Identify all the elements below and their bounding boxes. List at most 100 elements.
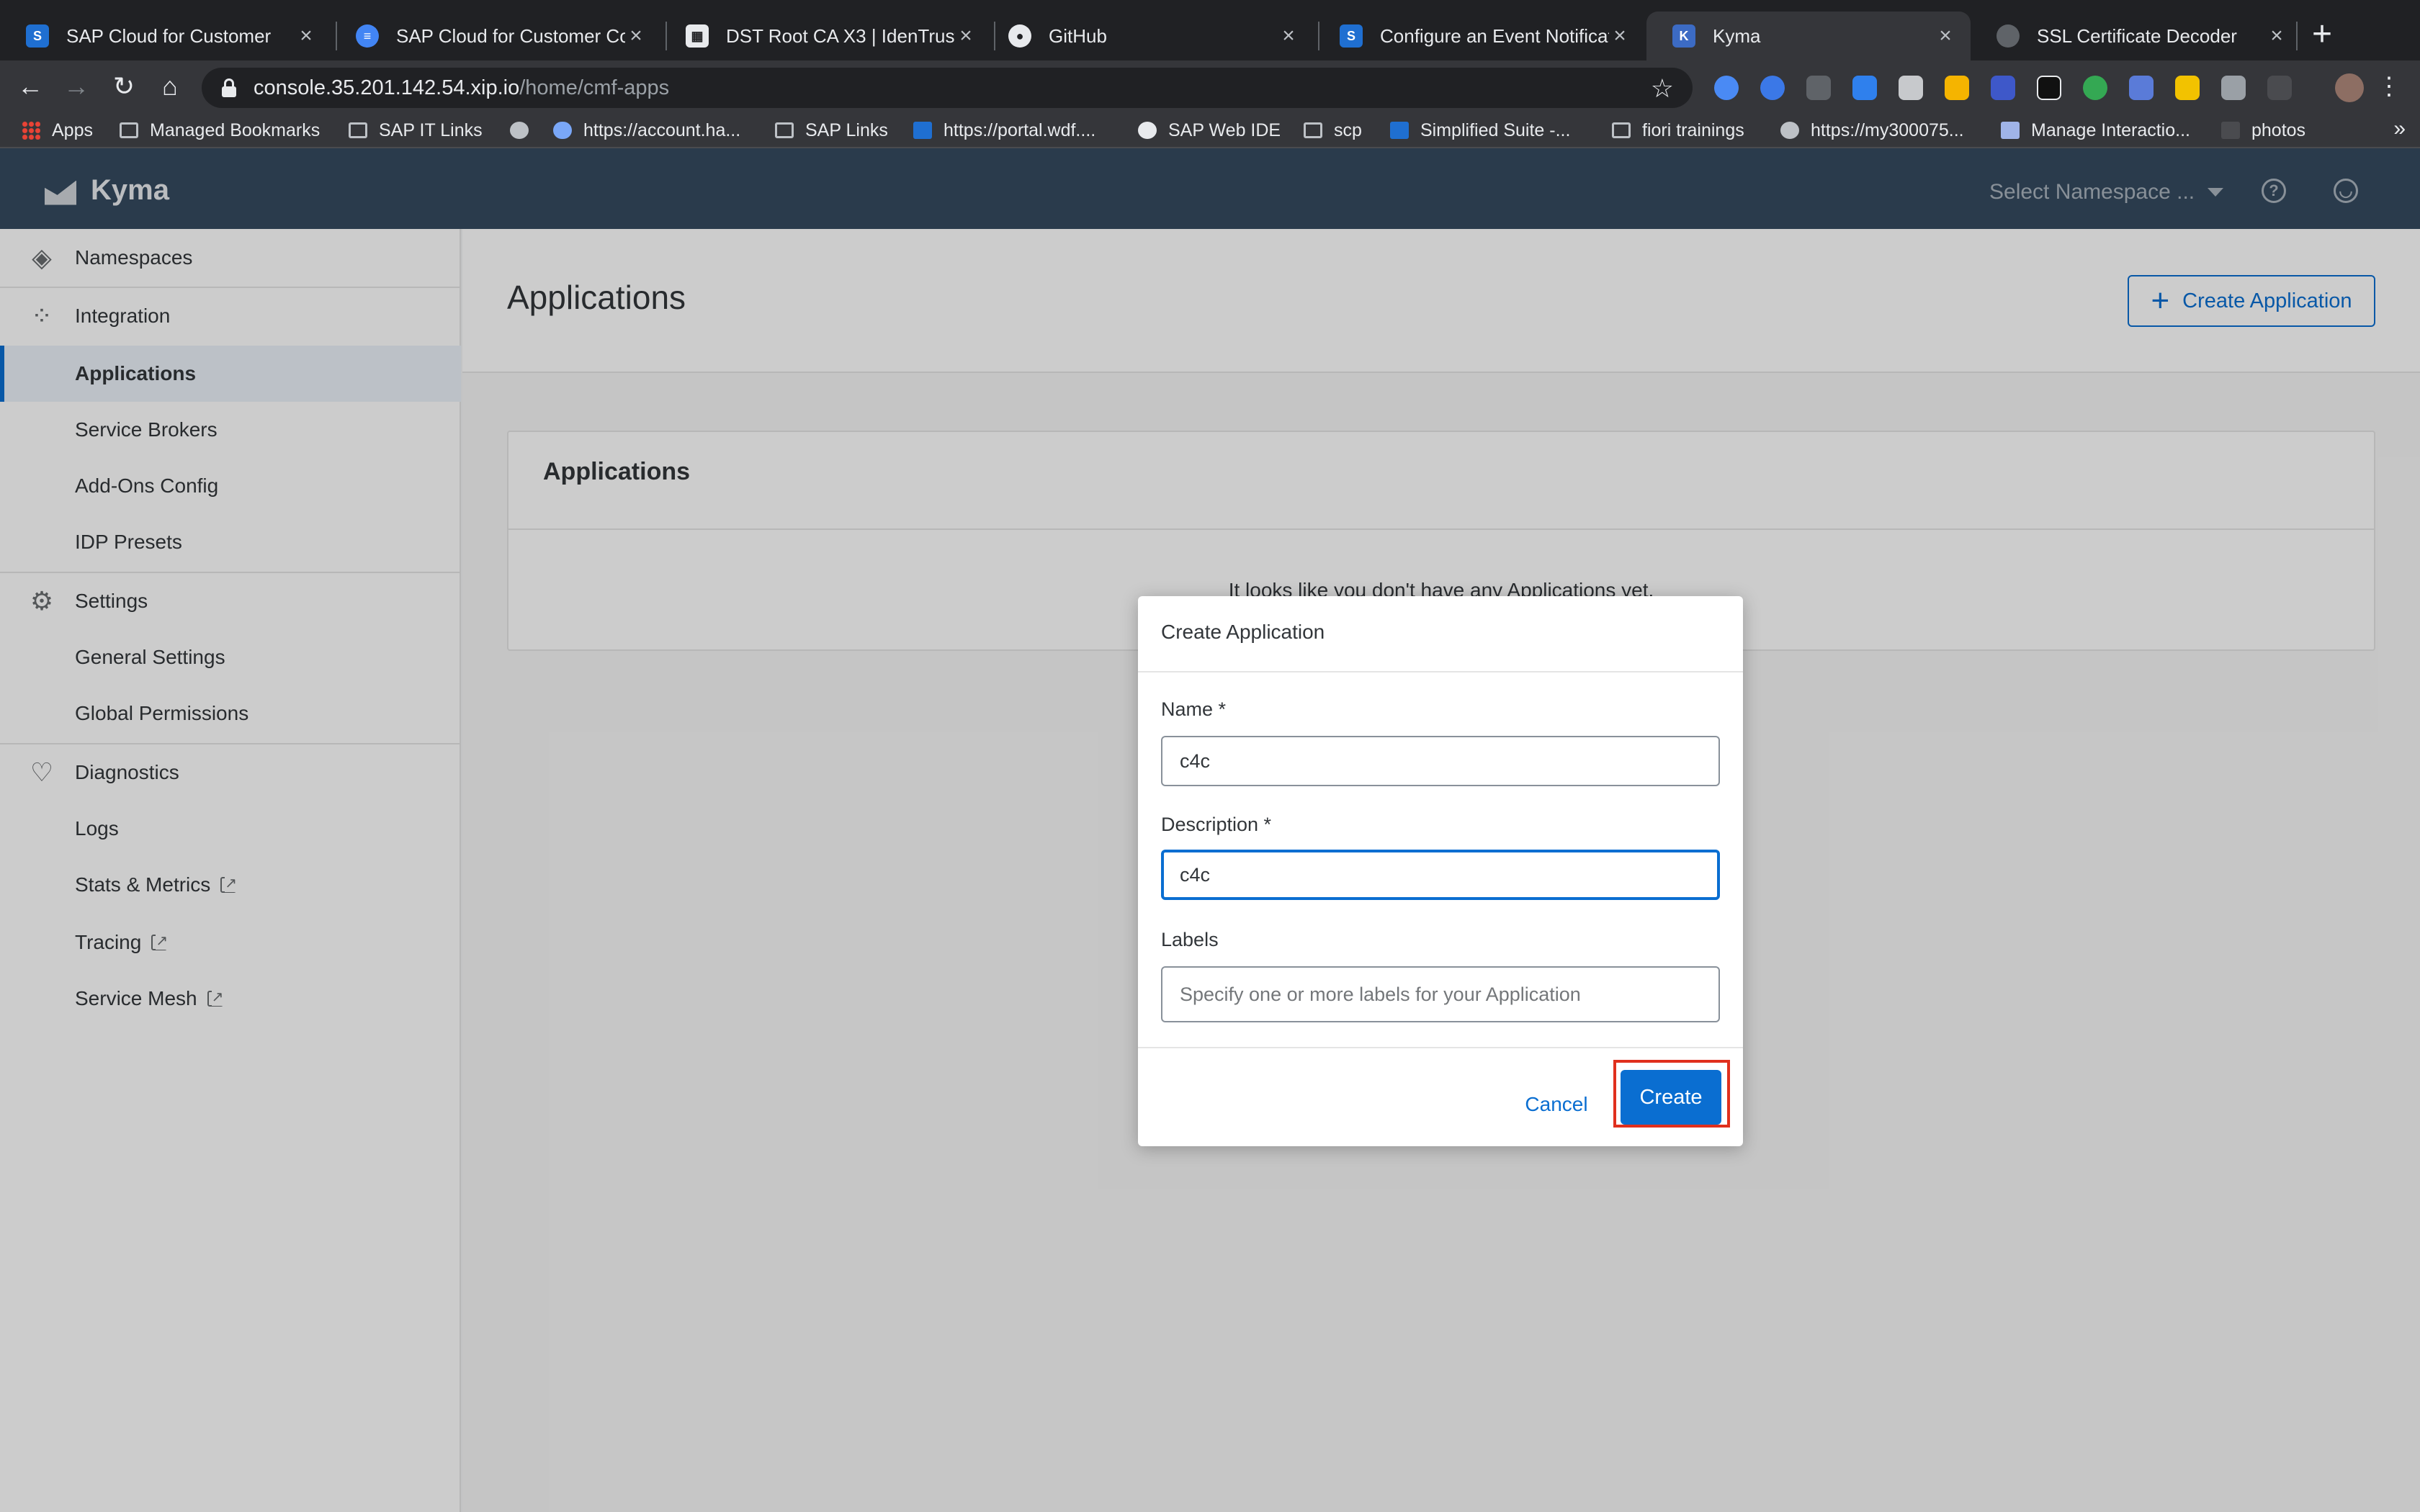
tab-title: Configure an Event Notificati [1380, 24, 1609, 47]
bookmark-apps[interactable]: Apps [22, 118, 93, 143]
bookmark-my300075[interactable]: https://my300075... [1780, 118, 1964, 143]
extension-icon[interactable] [2037, 76, 2061, 100]
tab-kyma[interactable]: K Kyma × [1646, 12, 1971, 60]
extension-icon[interactable] [2129, 76, 2154, 100]
folder-icon [1304, 122, 1322, 138]
tab-title: SAP Cloud for Customer Con [396, 24, 625, 47]
bookmark-label: Apps [52, 120, 93, 140]
tab-title: Kyma [1713, 24, 1761, 47]
extension-icon[interactable] [2267, 76, 2292, 100]
close-icon[interactable]: × [1609, 24, 1631, 48]
labels-label: Labels [1161, 929, 1219, 950]
folder-icon [349, 122, 367, 138]
labels-field[interactable] [1161, 966, 1720, 1022]
extension-icon[interactable] [2175, 76, 2200, 100]
bookmark-manage-interactions[interactable]: Manage Interactio... [2001, 118, 2190, 143]
folder-icon [1612, 122, 1631, 138]
globe-icon [1780, 122, 1799, 139]
bookmarks-bar: Apps Managed Bookmarks SAP IT Links http… [0, 112, 2420, 148]
bookmark-label: Simplified Suite -... [1420, 120, 1571, 140]
home-icon[interactable]: ⌂ [154, 71, 186, 102]
bookmark-sap-it-links[interactable]: SAP IT Links [349, 118, 483, 143]
new-tab-button[interactable]: + [2312, 14, 2332, 55]
bookmark-account[interactable]: https://account.ha... [553, 118, 740, 143]
bookmark-sap-web-ide[interactable]: SAP Web IDE [1138, 118, 1281, 143]
bookmark-label: SAP IT Links [379, 120, 483, 140]
profile-avatar[interactable] [2335, 73, 2364, 102]
tab-title: SAP Cloud for Customer [66, 24, 272, 47]
divider [1138, 1047, 1743, 1048]
tab-sap-cloud-for-customer[interactable]: S SAP Cloud for Customer × [0, 12, 331, 60]
github-icon: ● [1008, 24, 1031, 48]
sap-icon [913, 122, 932, 139]
bookmark-label: Manage Interactio... [2031, 120, 2190, 140]
extension-icon[interactable] [1806, 76, 1831, 100]
tab-ssl-certificate-decoder[interactable]: SSL Certificate Decoder × [1971, 12, 2302, 60]
url-path: /home/cmf-apps [519, 76, 670, 99]
close-icon[interactable]: × [2266, 24, 2287, 48]
tab-identrust[interactable]: ▦ DST Root CA X3 | IdenTrust × [660, 12, 991, 60]
bookmark-label: photos [2251, 120, 2306, 140]
more-bookmarks-icon[interactable]: » [2393, 117, 2406, 141]
extension-icon[interactable] [1760, 76, 1785, 100]
browser-tab-strip: S SAP Cloud for Customer × ≡ SAP Cloud f… [0, 0, 2420, 60]
close-icon[interactable]: × [1278, 24, 1299, 48]
photos-icon [2221, 122, 2240, 139]
extension-icon[interactable] [2083, 76, 2107, 100]
name-field[interactable] [1161, 736, 1720, 786]
image-icon [2001, 122, 2020, 139]
extension-icon[interactable] [1852, 76, 1877, 100]
close-icon[interactable]: × [955, 24, 977, 48]
close-icon[interactable]: × [295, 24, 317, 48]
identrust-icon: ▦ [686, 24, 709, 48]
close-icon[interactable]: × [1935, 24, 1956, 48]
bookmark-photos[interactable]: photos [2221, 118, 2305, 143]
tab-title: SSL Certificate Decoder [2037, 24, 2237, 47]
address-bar[interactable]: console.35.201.142.54.xip.io/home/cmf-ap… [202, 68, 1693, 108]
bookmark-managed[interactable]: Managed Bookmarks [120, 118, 320, 143]
puzzle-icon[interactable] [1945, 76, 1969, 100]
lock-icon [222, 78, 236, 97]
divider [1138, 671, 1743, 672]
description-label: Description * [1161, 814, 1272, 835]
bookmark-label: https://my300075... [1811, 120, 1964, 140]
back-icon[interactable]: ← [14, 71, 46, 102]
extension-icon[interactable] [2221, 76, 2246, 100]
dialog-title: Create Application [1161, 621, 1325, 643]
bookmark-label: Managed Bookmarks [150, 120, 321, 140]
bookmark-simplified-suite[interactable]: Simplified Suite -... [1390, 118, 1570, 143]
cancel-button[interactable]: Cancel [1510, 1084, 1603, 1125]
tab-separator [2296, 22, 2298, 50]
bookmark-label: SAP Links [805, 120, 888, 140]
extensions-bar [1714, 73, 2364, 102]
sap-icon: S [1340, 24, 1363, 48]
extension-icon[interactable] [1991, 76, 2015, 100]
tab-title: DST Root CA X3 | IdenTrust [726, 24, 955, 47]
bookmark-label: scp [1334, 120, 1362, 140]
reload-icon[interactable]: ↻ [108, 71, 140, 102]
tab-title: GitHub [1049, 24, 1107, 47]
tab-sap-cloud-for-customer-con[interactable]: ≡ SAP Cloud for Customer Con × [330, 12, 661, 60]
sap-icon [1390, 122, 1409, 139]
create-application-dialog: Create Application Name * Description * … [1138, 596, 1743, 1146]
bookmark-scp[interactable]: scp [1304, 118, 1362, 143]
folder-icon [120, 122, 138, 138]
bookmark-portal[interactable]: https://portal.wdf.... [913, 118, 1095, 143]
bookmark-sap-links[interactable]: SAP Links [775, 118, 888, 143]
description-field[interactable] [1161, 850, 1720, 900]
extension-icon[interactable] [1714, 76, 1739, 100]
extension-icon[interactable] [1899, 76, 1923, 100]
bookmark-fiori-trainings[interactable]: fiori trainings [1612, 118, 1744, 143]
close-icon[interactable]: × [625, 24, 647, 48]
bookmark-globe[interactable] [510, 118, 540, 143]
globe-icon [510, 122, 529, 139]
bookmark-star-icon[interactable]: ☆ [1651, 73, 1674, 104]
forward-icon[interactable]: → [60, 71, 92, 102]
tab-configure-event-notification[interactable]: S Configure an Event Notificati × [1314, 12, 1645, 60]
cloud-icon [553, 122, 572, 139]
webide-icon [1138, 122, 1157, 139]
name-label: Name * [1161, 698, 1227, 720]
kyma-icon: K [1672, 24, 1695, 48]
browser-menu-icon[interactable]: ⋮ [2377, 72, 2401, 101]
tab-github[interactable]: ● GitHub × [982, 12, 1314, 60]
